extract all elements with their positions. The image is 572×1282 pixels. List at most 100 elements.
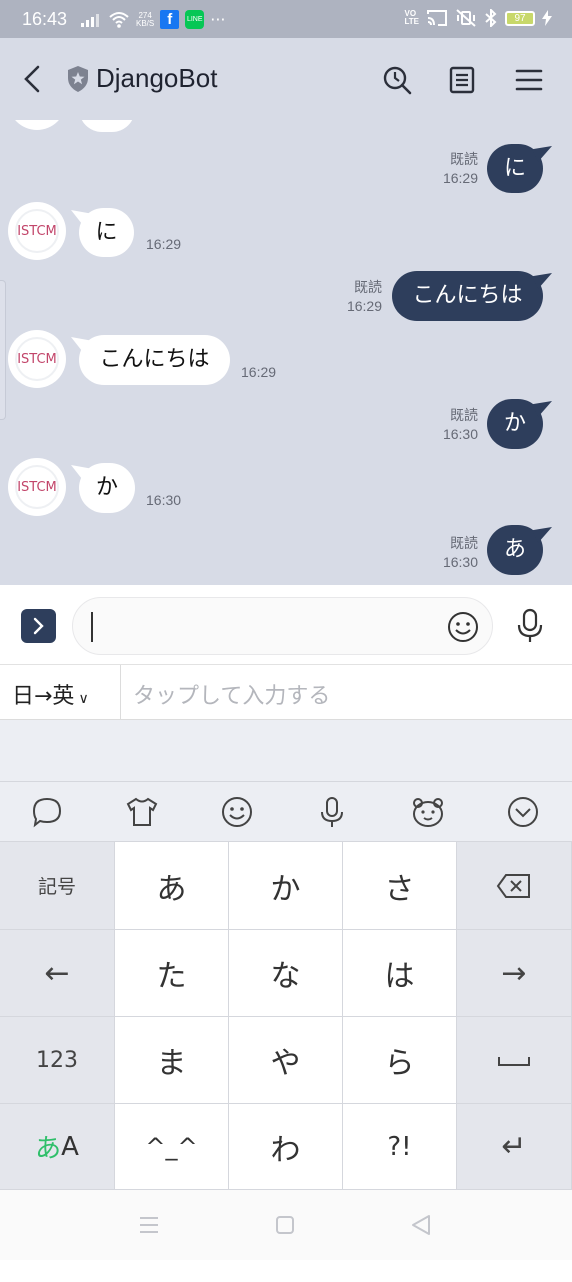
punctuation-key[interactable]: ?! [343, 1104, 457, 1190]
message-bubble-outgoing[interactable]: こんにちは [392, 271, 543, 321]
chat-message-list[interactable]: 既読 16:29 に ISTCM に 16:29 既読 16:29 こんにちは … [0, 120, 572, 585]
key-sa[interactable]: さ [343, 842, 457, 930]
key-label: た [156, 959, 187, 994]
bot-avatar[interactable]: ISTCM [8, 330, 66, 388]
drawer-handle[interactable] [0, 280, 6, 420]
cast-icon [427, 10, 447, 26]
message-meta: 既読 16:30 [420, 406, 478, 444]
key-label: さ [384, 871, 415, 907]
translation-direction-select[interactable]: 日→英 ∨ [0, 665, 121, 720]
message-bubble-incoming[interactable]: に [79, 208, 134, 257]
translation-input[interactable]: タップして入力する [133, 678, 330, 710]
key-label-hiragana: あ [35, 1134, 62, 1164]
back-arrow-icon[interactable] [18, 64, 46, 94]
sticker-bear-icon[interactable] [410, 794, 446, 830]
key-label: あ [156, 871, 187, 907]
avatar-logo-icon: ISTCM [9, 459, 65, 515]
back-icon[interactable] [408, 1212, 434, 1238]
backspace-key[interactable] [457, 842, 572, 930]
space-key[interactable] [457, 1017, 572, 1104]
message-time: 16:29 [346, 298, 382, 314]
keyboard-toolbar [0, 782, 572, 842]
status-time: 16:43 [22, 9, 68, 29]
input-mode-key[interactable]: あA [0, 1104, 115, 1190]
symbols-key[interactable]: 記号 [0, 842, 115, 930]
cursor-right-key[interactable]: → [457, 930, 572, 1017]
theme-shirt-icon[interactable] [124, 794, 160, 830]
numbers-key[interactable]: 123 [0, 1017, 115, 1104]
notes-icon[interactable] [446, 64, 478, 96]
voice-input-icon[interactable] [314, 794, 350, 830]
message-bubble-incoming[interactable]: こんにちは [79, 335, 230, 385]
message-input[interactable] [72, 597, 493, 655]
key-label: ら [384, 1046, 415, 1081]
message-bubble-outgoing[interactable]: に [487, 144, 543, 193]
collapse-keyboard-icon[interactable] [505, 794, 541, 830]
cursor-left-key[interactable]: ← [0, 930, 115, 1017]
network-speed-unit: KB/S [136, 18, 155, 28]
key-label: → [501, 955, 527, 991]
bot-avatar[interactable] [8, 120, 66, 130]
message-bubble-incoming[interactable] [79, 120, 135, 132]
message-text: か [503, 411, 526, 436]
chat-title-area[interactable]: DjangoBot [66, 63, 217, 94]
key-ta[interactable]: た [115, 930, 229, 1017]
official-account-badge-icon [68, 65, 88, 92]
read-receipt: 既読 [450, 151, 478, 167]
message-time: 16:30 [442, 554, 478, 570]
key-label: わ [270, 1132, 301, 1168]
charging-icon [542, 10, 552, 26]
search-history-icon[interactable] [381, 64, 413, 96]
chat-header: DjangoBot [0, 38, 572, 120]
chevron-right-icon [33, 617, 44, 635]
key-a[interactable]: あ [115, 842, 229, 930]
key-label: は [384, 959, 415, 994]
bot-avatar[interactable]: ISTCM [8, 202, 66, 260]
key-ka[interactable]: か [229, 842, 343, 930]
key-ya[interactable]: や [229, 1017, 343, 1104]
message-text: に [503, 156, 526, 181]
enter-key[interactable]: ↵ [457, 1104, 572, 1190]
message-text: あ [503, 537, 526, 562]
status-bar: 16:43 274 KB/S f LINE ··· VO LTE 97 [0, 0, 572, 38]
chat-bubble-icon[interactable] [29, 794, 65, 830]
chevron-down-icon: ∨ [78, 691, 89, 707]
key-ma[interactable]: ま [115, 1017, 229, 1104]
avatar-logo-icon: ISTCM [9, 331, 65, 387]
recent-apps-icon[interactable] [136, 1212, 162, 1238]
message-bubble-outgoing[interactable]: あ [487, 525, 543, 575]
battery-level: 97 [514, 12, 526, 24]
key-label: ^_^ [145, 1132, 198, 1161]
expand-menu-button[interactable] [21, 609, 56, 643]
microphone-icon[interactable] [514, 607, 546, 645]
avatar-logo-icon: ISTCM [9, 203, 65, 259]
emoji-icon[interactable] [219, 794, 255, 830]
key-label: 123 [36, 1047, 78, 1073]
menu-icon[interactable] [513, 64, 545, 96]
message-text: に [95, 220, 118, 245]
bot-avatar[interactable]: ISTCM [8, 458, 66, 516]
key-wa[interactable]: わ [229, 1104, 343, 1190]
key-ha[interactable]: は [343, 930, 457, 1017]
more-notifications-icon: ··· [210, 10, 226, 29]
message-meta: 既読 16:29 [420, 150, 478, 188]
message-meta: 既読 16:30 [420, 534, 478, 572]
key-label: ↵ [501, 1129, 527, 1164]
message-bubble-incoming[interactable]: か [79, 463, 135, 513]
key-ra[interactable]: ら [343, 1017, 457, 1104]
chat-title: DjangoBot [96, 63, 218, 93]
status-left-icons: 274 KB/S f LINE ··· [80, 10, 226, 29]
message-bubble-outgoing[interactable]: か [487, 399, 543, 449]
wifi-icon [109, 11, 129, 28]
key-label: ← [44, 955, 70, 991]
home-icon[interactable] [272, 1212, 298, 1238]
line-app-icon: LINE [185, 10, 205, 29]
emoticon-key[interactable]: ^_^ [115, 1104, 229, 1190]
flick-keyboard: 記号 あ か さ ← た な は → 123 ま や ら あ A ^_^ わ ?… [0, 842, 572, 1190]
emoji-icon[interactable] [446, 610, 480, 644]
message-input-bar [0, 585, 572, 665]
backspace-icon [496, 873, 530, 898]
text-caret [91, 612, 93, 642]
key-na[interactable]: な [229, 930, 343, 1017]
key-label-alphabet: A [61, 1131, 79, 1162]
